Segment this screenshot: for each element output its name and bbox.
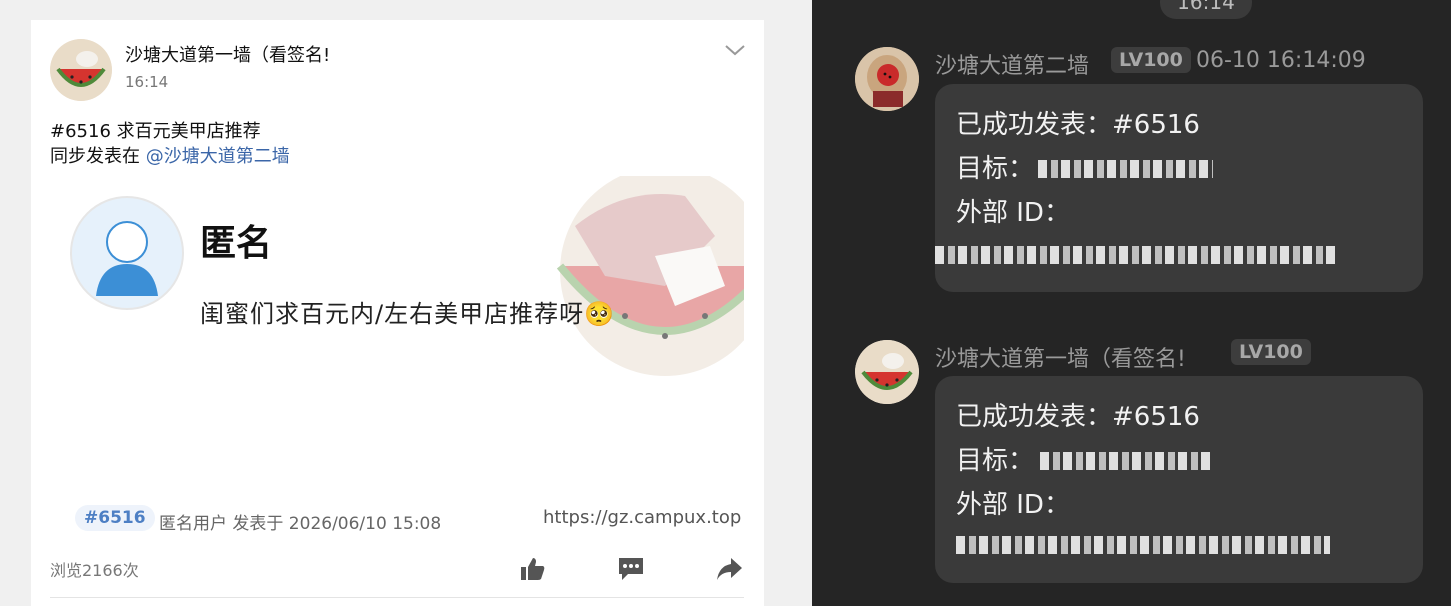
- chevron-down-icon[interactable]: [723, 40, 747, 60]
- watermelon-avatar-icon: [50, 39, 112, 101]
- redacted-target: [1040, 452, 1210, 470]
- post-text-line2: 同步发表在 @沙塘大道第二墙: [50, 142, 290, 168]
- message-bubble[interactable]: 已成功发表：#6516 目标： 外部 ID：: [935, 84, 1423, 292]
- message-line-external-id: 外部 ID：: [956, 198, 1070, 228]
- post-image[interactable]: 匿名 闺蜜们求百元内/左右美甲店推荐呀🥺: [50, 176, 744, 496]
- post-card: 沙塘大道第一墙（看签名! 16:14 #6516 求百元美甲店推荐 同步发表在 …: [31, 20, 764, 606]
- level-badge: LV100: [1231, 339, 1311, 365]
- time-separator: 16:14: [1160, 0, 1252, 19]
- anonymous-name: 匿名: [200, 223, 273, 264]
- message-line-external-id: 外部 ID：: [956, 490, 1070, 520]
- message-line-published: 已成功发表：#6516: [956, 110, 1200, 140]
- sender-avatar[interactable]: [855, 340, 919, 404]
- sender-name: 沙塘大道第一墙（看签名!: [935, 347, 1186, 372]
- view-count: 浏览2166次: [50, 561, 139, 580]
- share-icon[interactable]: [715, 556, 743, 582]
- message-bubble[interactable]: 已成功发表：#6516 目标： 外部 ID：: [935, 376, 1423, 583]
- post-meta-user: 匿名用户 发表于 2026/06/10 15:08: [159, 514, 442, 534]
- post-text-line1: #6516 求百元美甲店推荐: [50, 121, 261, 142]
- sender-avatar[interactable]: [855, 47, 919, 111]
- watermelon-avatar-icon: [855, 47, 919, 111]
- post-sync-prefix: 同步发表在: [50, 146, 146, 167]
- left-panel: 沙塘大道第一墙（看签名! 16:14 #6516 求百元美甲店推荐 同步发表在 …: [0, 0, 787, 606]
- anonymous-post-text: 闺蜜们求百元内/左右美甲店推荐呀🥺: [200, 300, 615, 328]
- divider: [50, 597, 744, 598]
- redacted-external-id: [956, 536, 1330, 554]
- post-number-tag: #6516: [75, 505, 155, 531]
- level-badge: LV100: [1111, 47, 1191, 73]
- message-line-target: 目标：: [956, 446, 1035, 476]
- thumbs-up-icon[interactable]: [519, 556, 547, 582]
- mention-link[interactable]: @沙塘大道第二墙: [146, 146, 290, 167]
- watermelon-watermark-icon: [556, 176, 744, 376]
- chat-panel: 16:14 沙塘大道第二墙 LV100 06-10 16:14:09 已成功发表…: [812, 0, 1451, 606]
- post-time: 16:14: [125, 73, 169, 91]
- anonymous-avatar-icon: [70, 196, 184, 310]
- post-meta-url: https://gz.campux.top: [543, 507, 742, 528]
- watermelon-avatar-icon: [855, 340, 919, 404]
- post-author-name[interactable]: 沙塘大道第一墙（看签名!: [125, 41, 330, 67]
- comment-icon[interactable]: [617, 556, 645, 582]
- message-line-target: 目标：: [956, 154, 1035, 184]
- redacted-target: [1038, 160, 1213, 178]
- sender-name: 沙塘大道第二墙: [935, 54, 1090, 79]
- message-line-published: 已成功发表：#6516: [956, 402, 1200, 432]
- author-avatar[interactable]: [50, 39, 112, 101]
- message-timestamp: 06-10 16:14:09: [1196, 48, 1366, 73]
- redacted-external-id: [935, 246, 1338, 264]
